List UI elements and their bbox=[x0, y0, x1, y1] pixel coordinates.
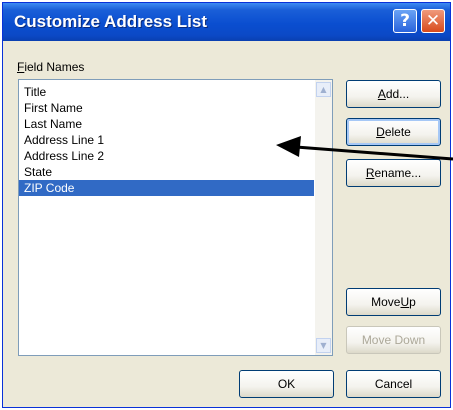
callout-arrow-overlay bbox=[276, 136, 453, 161]
callout-arrow-icon bbox=[276, 136, 453, 161]
